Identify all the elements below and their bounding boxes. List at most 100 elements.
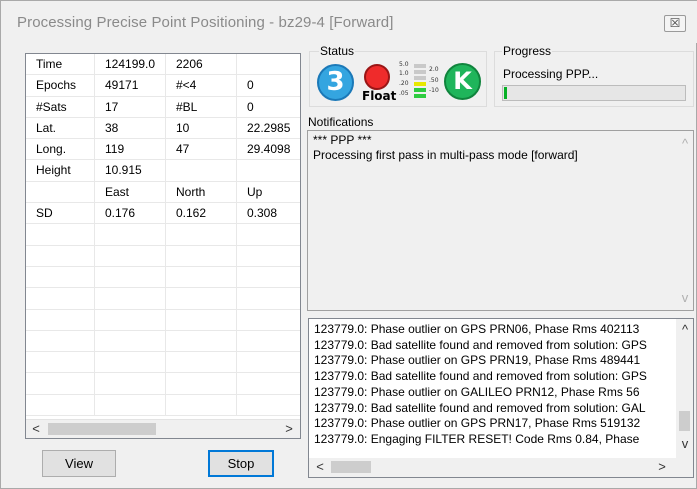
solution-type-label: Float [362,89,397,103]
table-cell [26,309,95,330]
table-cell: 49171 [95,75,166,96]
scrollbar-thumb[interactable] [48,423,156,435]
table-cell: 0.308 [237,203,300,223]
table-cell: Height [26,160,95,181]
table-horizontal-scrollbar[interactable]: < > [26,419,300,438]
notification-line: Processing first pass in multi-pass mode… [313,148,578,162]
table-cell: 47 [166,139,237,160]
table-cell [237,54,300,74]
log-line: 123779.0: Engaging FILTER RESET! Code Rm… [314,431,640,446]
table-cell [166,394,237,416]
table-cell [237,288,300,308]
scroll-right-icon[interactable]: > [655,460,669,474]
meter-bar [414,82,426,86]
table-cell [26,266,95,288]
meter-bar [414,76,426,80]
meter-label: -10 [429,87,439,94]
table-cell [166,160,237,181]
table-cell [166,330,237,352]
table-cell [26,373,95,394]
table-cell: East [95,181,166,203]
scroll-up-icon[interactable]: ^ [678,323,692,337]
title-bar: Processing Precise Point Positioning - b… [1,1,697,43]
table-cell: Up [237,182,300,202]
scroll-left-icon[interactable]: < [29,422,43,436]
view-button[interactable]: View [42,450,116,477]
table-cell [237,224,300,244]
meter-label: .50 [429,77,439,84]
table-cell [237,331,300,351]
window-title: Processing Precise Point Positioning - b… [17,14,394,31]
meter-bar [414,94,426,98]
table-cell [166,373,237,394]
satellite-count-badge: 3 [317,64,354,101]
table-cell [166,352,237,373]
table-cell [26,352,95,373]
table-row [26,352,300,374]
table-cell: 0 [237,97,300,117]
scroll-up-icon[interactable]: ^ [678,137,692,151]
log-line: 123779.0: Bad satellite found and remove… [314,337,647,352]
table-cell: Lat. [26,117,95,139]
scroll-down-icon[interactable]: v [678,437,692,451]
table-cell [95,330,166,352]
table-row: East North Up [26,181,300,204]
table-row: Lat. 38 10 22.2985 [26,117,300,140]
table-row: Long. 119 47 29.4098 [26,139,300,161]
table-cell: #Sats [26,96,95,117]
table-cell: 0.176 [95,203,166,224]
table-cell [166,245,237,266]
meter-label: 5.0 [399,61,409,68]
progress-bar-fill [504,87,507,99]
log-line: 123779.0: Bad satellite found and remove… [314,400,646,415]
scrollbar-thumb[interactable] [331,461,371,473]
accuracy-meter-icon: 5.0 1.0 .20 .05 2.0 .50 -10 [399,61,441,103]
table-cell [237,267,300,287]
table-row [26,288,300,310]
table-cell [95,266,166,288]
table-cell: 119 [95,139,166,160]
ppp-processing-window: Processing Precise Point Positioning - b… [0,0,697,489]
notifications-vertical-scrollbar[interactable]: ^ v [676,131,693,310]
meter-label: 1.0 [399,70,409,77]
scroll-left-icon[interactable]: < [313,460,327,474]
progress-bar [502,85,686,101]
kinematic-mode-badge: K [444,63,481,100]
log-line: 123779.0: Phase outlier on GPS PRN06, Ph… [314,322,640,336]
notifications-textbox[interactable]: *** PPP *** Processing first pass in mul… [307,130,694,311]
table-cell [237,395,300,415]
table-row [26,266,300,289]
table-row [26,245,300,267]
log-line: 123779.0: Phase outlier on GPS PRN19, Ph… [314,353,641,368]
log-line: 123779.0: Phase outlier on GPS PRN17, Ph… [314,416,641,431]
scroll-down-icon[interactable]: v [678,291,692,305]
meter-label: .20 [399,80,409,87]
table-cell [95,245,166,266]
meter-bar [414,64,426,68]
table-row: Height 10.915 [26,160,300,182]
table-cell [95,224,166,245]
scroll-right-icon[interactable]: > [282,422,296,436]
log-horizontal-scrollbar[interactable]: < > [309,458,693,477]
table-cell: Long. [26,139,95,160]
table-row [26,394,300,417]
table-cell: 10.915 [95,160,166,181]
table-cell: #<4 [166,75,237,96]
table-cell [95,309,166,330]
table-cell [26,288,95,309]
table-cell [26,394,95,416]
scrollbar-thumb[interactable] [679,411,690,431]
log-vertical-scrollbar[interactable]: ^ v [676,319,693,459]
table-cell [166,266,237,288]
stop-button[interactable]: Stop [208,450,274,477]
table-cell [95,288,166,309]
notifications-label: Notifications [308,115,374,129]
table-cell: SD [26,203,95,224]
close-button[interactable]: ☒ [664,15,686,32]
notification-line: *** PPP *** [313,133,372,147]
solution-grid: Time 124199.0 2206 Epochs 49171 #<4 0 #Sats 17 #B… [26,54,300,417]
log-listbox[interactable]: 123779.0: Phase outlier on GPS PRN06, Ph… [308,318,694,478]
table-cell: 0 [237,75,300,95]
progress-status-text: Processing PPP... [503,67,599,81]
solution-table[interactable]: Time 124199.0 2206 Epochs 49171 #<4 0 #Sats 17 #B… [25,53,301,439]
